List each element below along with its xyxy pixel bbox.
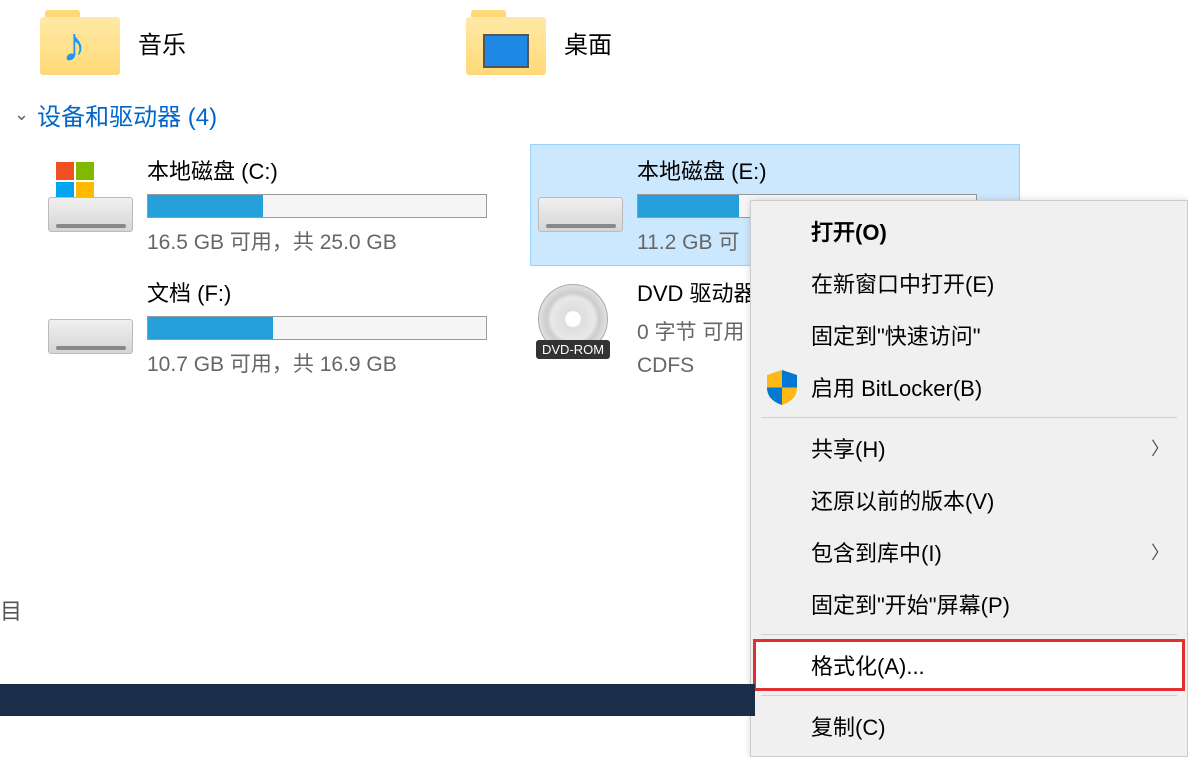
drive-icon	[48, 284, 133, 354]
chevron-right-icon: 〉	[1151, 539, 1169, 565]
menu-pin-quick-access[interactable]: 固定到"快速访问"	[753, 309, 1185, 361]
menu-separator	[761, 695, 1177, 696]
menu-include-library[interactable]: 包含到库中(I) 〉	[753, 526, 1185, 578]
menu-share[interactable]: 共享(H) 〉	[753, 422, 1185, 474]
desktop-folder-icon	[466, 10, 546, 75]
menu-separator	[761, 417, 1177, 418]
system-drive-icon	[48, 162, 133, 232]
menu-open[interactable]: 打开(O)	[753, 205, 1185, 257]
menu-copy[interactable]: 复制(C)	[753, 700, 1185, 752]
section-devices-drives[interactable]: ⌄ 设备和驱动器 (4)	[0, 85, 1188, 144]
dvd-drive-icon: DVD-ROM	[538, 284, 623, 354]
music-folder-icon: ♪	[40, 10, 120, 75]
storage-bar	[147, 194, 487, 218]
folder-label: 桌面	[564, 25, 612, 60]
drive-name: 文档 (F:)	[147, 276, 522, 308]
shield-icon	[767, 370, 797, 405]
menu-open-new-window[interactable]: 在新窗口中打开(E)	[753, 257, 1185, 309]
chevron-down-icon: ⌄	[14, 104, 29, 125]
folder-music[interactable]: ♪ 音乐	[40, 10, 186, 75]
drive-name: 本地磁盘 (E:)	[637, 154, 1012, 186]
menu-restore-versions[interactable]: 还原以前的版本(V)	[753, 474, 1185, 526]
drive-stats: 10.7 GB 可用，共 16.9 GB	[147, 348, 522, 378]
drive-name: 本地磁盘 (C:)	[147, 154, 522, 186]
truncated-text: 目	[0, 560, 20, 660]
context-menu: 打开(O) 在新窗口中打开(E) 固定到"快速访问" 启用 BitLocker(…	[750, 200, 1188, 757]
menu-pin-start[interactable]: 固定到"开始"屏幕(P)	[753, 578, 1185, 630]
chevron-right-icon: 〉	[1151, 435, 1169, 461]
folder-label: 音乐	[138, 25, 186, 60]
menu-format[interactable]: 格式化(A)...	[753, 639, 1185, 691]
drive-f[interactable]: 文档 (F:) 10.7 GB 可用，共 16.9 GB	[40, 266, 530, 388]
drive-icon	[538, 162, 623, 232]
section-title: 设备和驱动器 (4)	[37, 97, 217, 132]
taskbar[interactable]	[0, 684, 755, 716]
drive-stats: 16.5 GB 可用，共 25.0 GB	[147, 226, 522, 256]
drive-c[interactable]: 本地磁盘 (C:) 16.5 GB 可用，共 25.0 GB	[40, 144, 530, 266]
menu-bitlocker[interactable]: 启用 BitLocker(B)	[753, 361, 1185, 413]
menu-separator	[761, 634, 1177, 635]
storage-bar	[147, 316, 487, 340]
folder-desktop[interactable]: 桌面	[466, 10, 612, 75]
